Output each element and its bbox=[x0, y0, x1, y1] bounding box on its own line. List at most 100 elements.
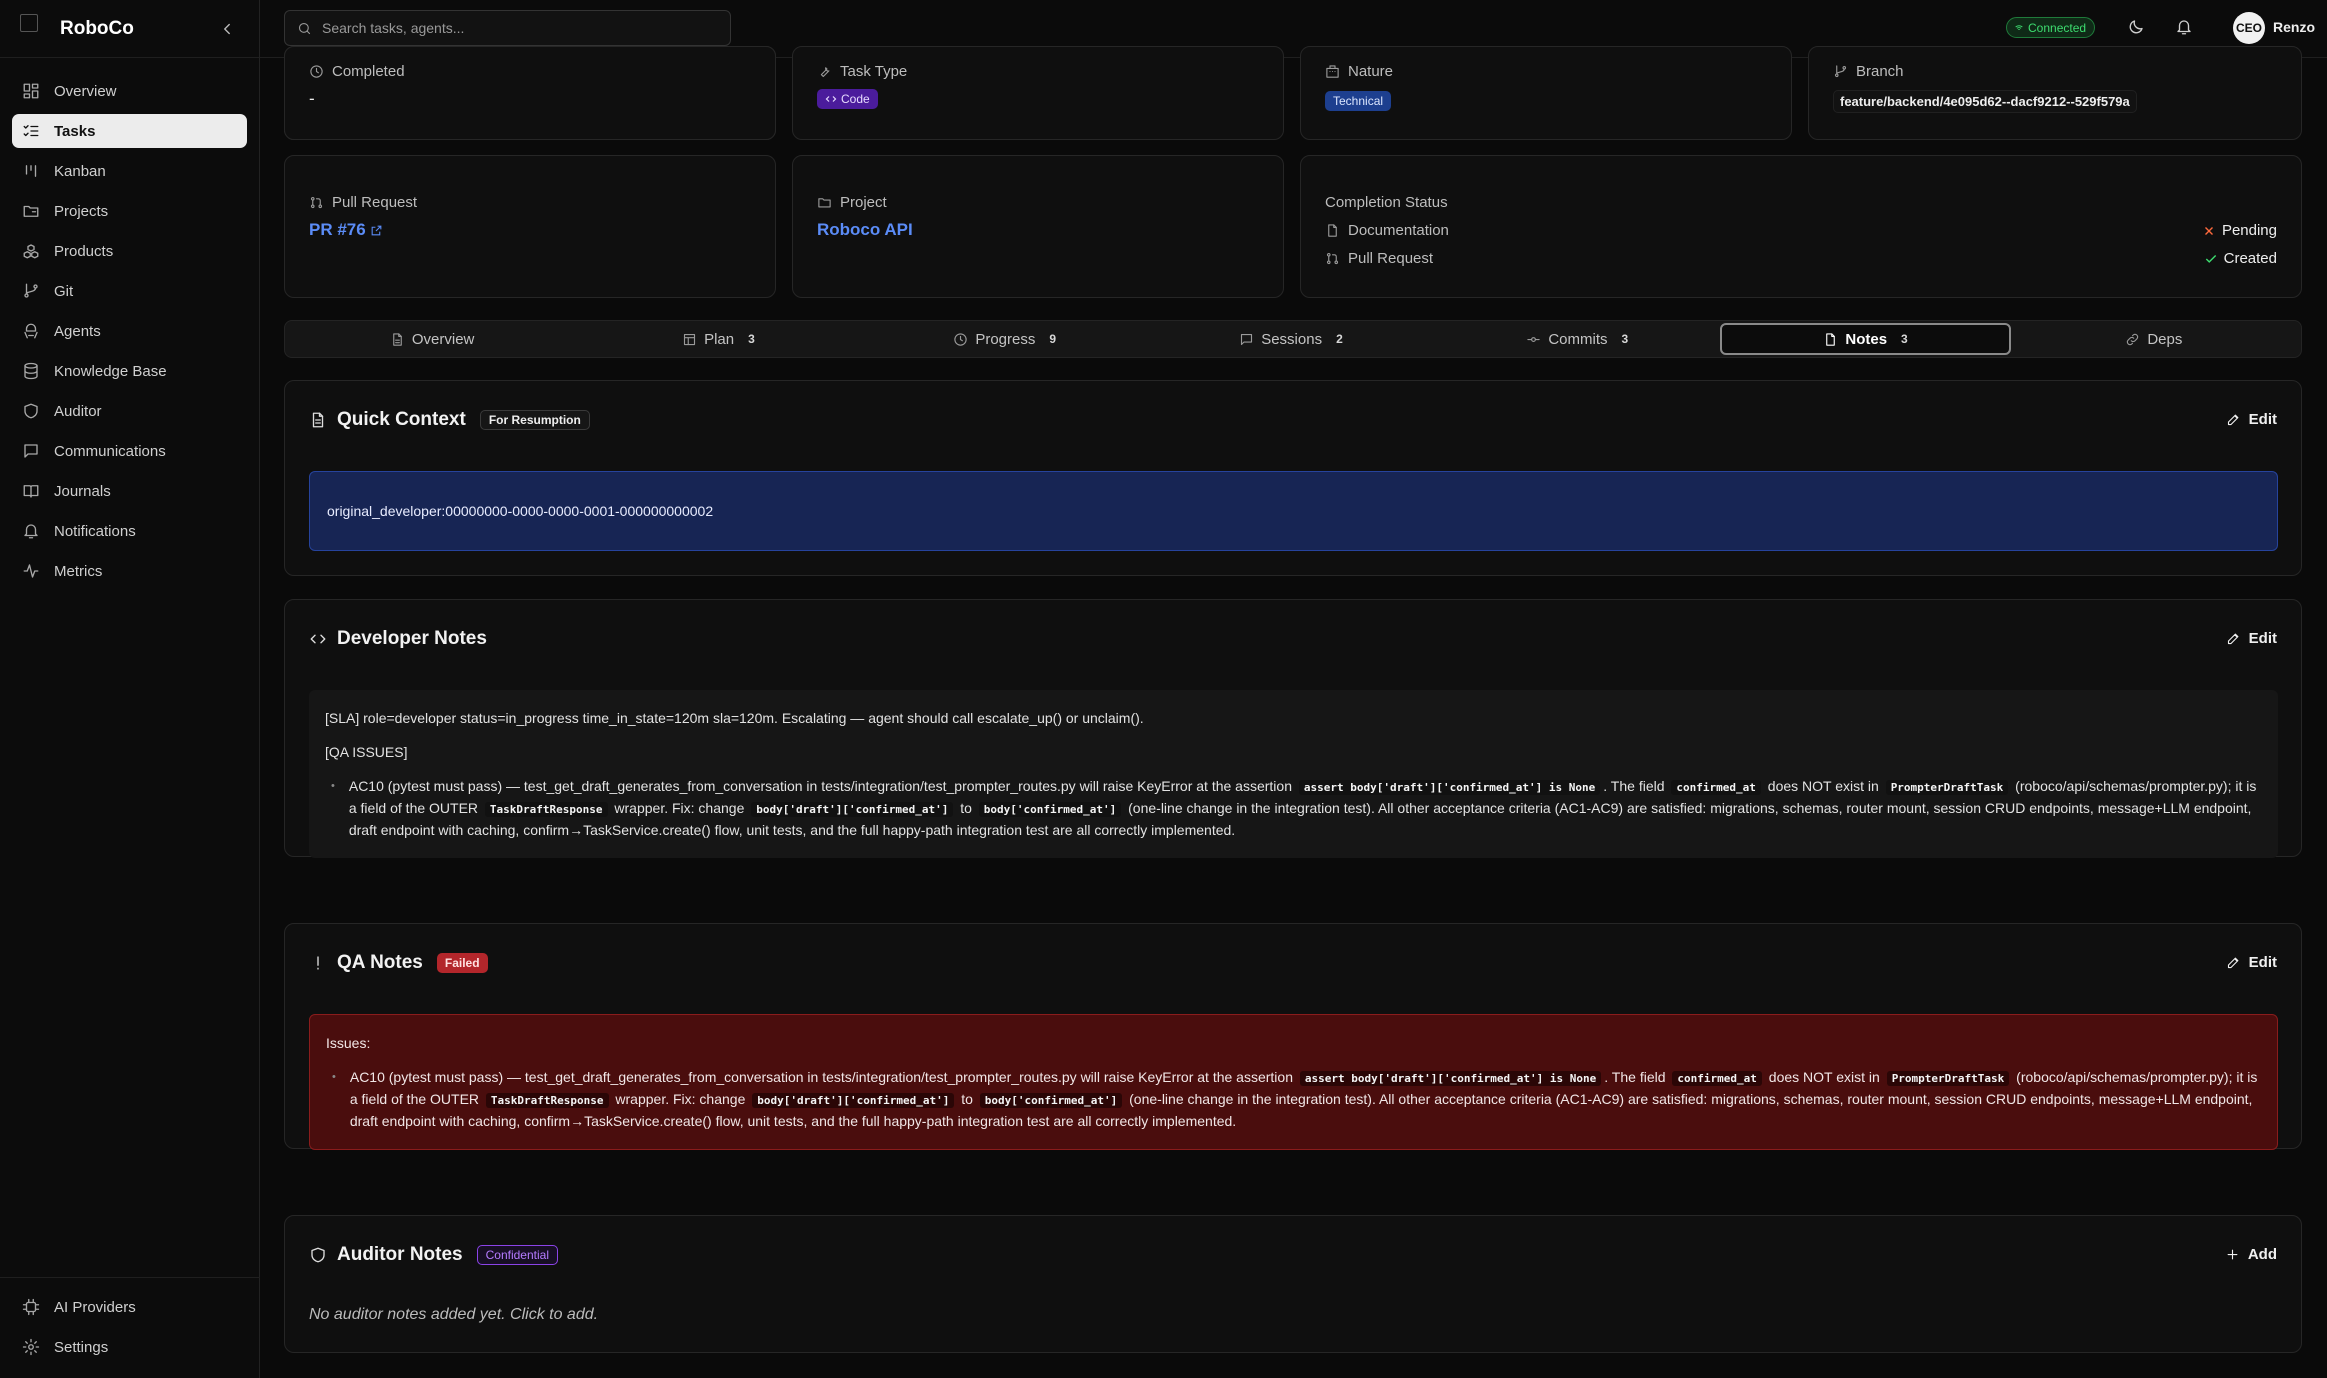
shield-icon bbox=[24, 403, 38, 419]
project-label: Project bbox=[817, 194, 887, 211]
avatar[interactable]: CEO bbox=[2233, 12, 2265, 44]
tab-sessions[interactable]: Sessions 2 bbox=[1148, 323, 1434, 355]
sidebar-item-git[interactable]: Git bbox=[12, 274, 247, 308]
project-link[interactable]: Roboco API bbox=[817, 220, 913, 240]
connection-status-badge: Connected bbox=[2006, 17, 2096, 38]
qa-notes-content: Issues: AC10 (pytest must pass) — test_g… bbox=[309, 1014, 2278, 1150]
layout-icon bbox=[684, 333, 696, 345]
git-branch-icon bbox=[24, 283, 38, 298]
clock-icon bbox=[310, 65, 323, 78]
developer-notes-content: [SLA] role=developer status=in_progress … bbox=[309, 690, 2278, 858]
completion-row-documentation: Documentation bbox=[1325, 222, 1449, 239]
quick-context-edit-button[interactable]: Edit bbox=[2226, 411, 2277, 428]
sidebar-item-label: Git bbox=[54, 282, 74, 300]
completed-value: - bbox=[309, 89, 315, 108]
sidebar-item-auditor[interactable]: Auditor bbox=[12, 394, 247, 428]
sidebar-item-ai-providers[interactable]: AI Providers bbox=[12, 1290, 248, 1324]
search-icon bbox=[298, 22, 311, 34]
bell-icon bbox=[2177, 20, 2191, 35]
search-input[interactable] bbox=[322, 20, 702, 36]
theme-toggle-button[interactable] bbox=[2127, 18, 2145, 36]
quick-context-header: Quick Context For Resumption bbox=[309, 409, 590, 431]
code-icon bbox=[310, 634, 326, 644]
task-type-badge: Code bbox=[817, 89, 878, 109]
tab-commits[interactable]: Commits 3 bbox=[1434, 323, 1720, 355]
sidebar-item-metrics[interactable]: Metrics bbox=[12, 554, 247, 588]
book-icon bbox=[23, 485, 39, 498]
nature-card: Nature Technical bbox=[1300, 46, 1792, 140]
notifications-button[interactable] bbox=[2175, 18, 2193, 36]
sidebar-item-label: Notifications bbox=[54, 522, 136, 540]
qa-issues-header: [QA ISSUES] bbox=[325, 744, 408, 760]
sidebar-item-label: Products bbox=[54, 242, 114, 260]
check-icon bbox=[2205, 254, 2216, 263]
message-icon bbox=[24, 444, 38, 458]
tab-overview[interactable]: Overview bbox=[289, 323, 575, 355]
issues-label: Issues: bbox=[326, 1035, 371, 1051]
sidebar-item-agents[interactable]: Agents bbox=[12, 314, 247, 348]
search-box[interactable] bbox=[284, 10, 731, 46]
message-icon bbox=[1241, 333, 1253, 345]
shield-icon bbox=[311, 1247, 325, 1263]
sidebar-item-kanban[interactable]: Kanban bbox=[12, 154, 247, 188]
completion-status-label: Completion Status bbox=[1325, 194, 1448, 211]
qa-notes-edit-button[interactable]: Edit bbox=[2226, 954, 2277, 971]
file-icon bbox=[393, 332, 402, 346]
confidential-badge: Confidential bbox=[476, 1245, 558, 1265]
completion-documentation-status: Pending bbox=[2202, 222, 2277, 239]
sidebar-item-communications[interactable]: Communications bbox=[12, 434, 247, 468]
sidebar-item-knowledge-base[interactable]: Knowledge Base bbox=[12, 354, 247, 388]
sidebar-item-journals[interactable]: Journals bbox=[12, 474, 247, 508]
task-type-label: Task Type bbox=[817, 63, 907, 80]
qa-notes-section: QA Notes Failed Edit Issues: AC10 (pytes… bbox=[284, 923, 2302, 1150]
pull-request-label: Pull Request bbox=[309, 194, 417, 211]
wrench-icon bbox=[820, 67, 830, 78]
connection-status-text: Connected bbox=[2028, 20, 2087, 35]
brand-name: RoboCo bbox=[60, 17, 134, 39]
sidebar-item-notifications[interactable]: Notifications bbox=[12, 514, 247, 548]
sidebar-item-settings[interactable]: Settings bbox=[12, 1330, 248, 1364]
pull-request-icon bbox=[1326, 252, 1339, 265]
folder-icon bbox=[818, 198, 831, 208]
tab-plan[interactable]: Plan 3 bbox=[575, 323, 861, 355]
building-icon bbox=[1326, 65, 1339, 78]
tab-deps[interactable]: Deps bbox=[2011, 323, 2297, 355]
tab-progress[interactable]: Progress 9 bbox=[862, 323, 1148, 355]
pull-request-link[interactable]: PR #76 bbox=[309, 220, 383, 240]
gear-icon bbox=[22, 1338, 40, 1356]
auditor-notes-header: Auditor Notes Confidential bbox=[309, 1244, 558, 1266]
database-icon bbox=[24, 362, 38, 380]
auditor-notes-add-button[interactable]: Add bbox=[2225, 1246, 2277, 1263]
activity-icon bbox=[23, 564, 39, 578]
note-icon bbox=[1826, 332, 1836, 346]
brand-logo-icon bbox=[20, 13, 38, 32]
sidebar-item-overview[interactable]: Overview bbox=[12, 74, 247, 108]
sidebar-item-projects[interactable]: Projects bbox=[12, 194, 247, 228]
auditor-notes-empty[interactable]: No auditor notes added yet. Click to add… bbox=[309, 1306, 598, 1324]
completion-row-pull-request: Pull Request bbox=[1325, 250, 1433, 267]
sidebar-item-label: Metrics bbox=[54, 562, 103, 580]
link-icon bbox=[2127, 333, 2139, 345]
git-branch-icon bbox=[1834, 65, 1847, 78]
sidebar-item-label: Overview bbox=[54, 82, 117, 100]
tab-notes[interactable]: Notes 3 bbox=[1720, 323, 2011, 355]
sidebar-item-tasks[interactable]: Tasks bbox=[12, 114, 247, 148]
collapse-sidebar-button[interactable] bbox=[215, 17, 239, 41]
pull-request-icon bbox=[310, 196, 323, 209]
branch-card: Branch feature/backend/4e095d62--dacf921… bbox=[1808, 46, 2302, 140]
list-checks-icon bbox=[23, 125, 39, 137]
branch-label: Branch bbox=[1833, 63, 1904, 80]
pencil-icon bbox=[2227, 957, 2239, 969]
external-link-icon bbox=[371, 225, 382, 235]
sidebar-item-products[interactable]: Products bbox=[12, 234, 247, 268]
folder-icon bbox=[23, 205, 39, 217]
sidebar-item-label: Communications bbox=[54, 442, 166, 460]
auditor-notes-section: Auditor Notes Confidential Add No audito… bbox=[284, 1215, 2302, 1353]
failed-badge: Failed bbox=[436, 953, 488, 973]
completed-box: Completed - bbox=[284, 46, 776, 140]
sidebar-item-label: Tasks bbox=[54, 122, 96, 140]
developer-notes-edit-button[interactable]: Edit bbox=[2226, 630, 2277, 647]
user-name[interactable]: Renzo bbox=[2273, 19, 2315, 35]
nature-badge: Technical bbox=[1325, 91, 1392, 111]
exclamation-icon bbox=[317, 956, 319, 970]
